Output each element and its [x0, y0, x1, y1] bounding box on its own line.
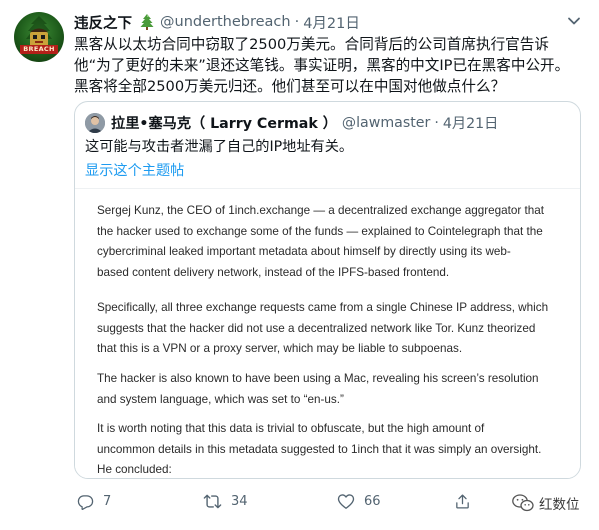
tweet-date[interactable]: 4月21日	[303, 12, 360, 33]
reply-button[interactable]: 7	[77, 490, 111, 512]
watermark: 红数位	[512, 492, 580, 514]
quoted-tweet[interactable]: 拉里•塞马克（ Larry Cermak ） @lawmaster · 4月21…	[74, 101, 581, 479]
tweet-actions: 7 34 66	[74, 490, 584, 512]
retweet-count: 34	[231, 493, 248, 509]
author-display-name[interactable]: 违反之下	[74, 12, 132, 33]
article-line: Specifically, all three exchange request…	[97, 301, 549, 314]
retweet-button[interactable]: 34	[203, 490, 248, 512]
article-line: cybercriminal leaked important metadata …	[97, 245, 511, 258]
share-icon	[456, 493, 469, 509]
tweet-header: 违反之下 @underthebreach · 4月21日	[74, 11, 360, 33]
quoted-header: 拉里•塞马克（ Larry Cermak ） @lawmaster · 4月21…	[111, 112, 498, 134]
article-line: uncommon details in this metadata sugges…	[97, 442, 542, 456]
tree-emoji-icon	[138, 13, 156, 31]
header-separator: ·	[294, 14, 300, 30]
chevron-down-icon	[568, 17, 580, 25]
article-line: that this is a VPN or a proxy server, wh…	[97, 342, 463, 355]
article-paragraph: It is worth noting that this data is tri…	[97, 419, 567, 478]
article-line: and system language, which was set to “e…	[97, 392, 344, 406]
article-line: suggests that the hacker did not use a d…	[97, 321, 536, 335]
quoted-display-name[interactable]: 拉里•塞马克（ Larry Cermak ）	[111, 113, 337, 133]
quoted-date[interactable]: 4月21日	[443, 113, 498, 133]
heart-icon	[337, 493, 355, 509]
article-line: The hacker is also known to have been us…	[97, 372, 539, 385]
article-paragraph: The hacker is also known to have been us…	[97, 369, 567, 410]
quoted-separator: ·	[434, 115, 439, 131]
article-line: based content delivery network, instead …	[97, 265, 450, 279]
like-button[interactable]: 66	[337, 490, 381, 512]
author-handle[interactable]: @underthebreach	[160, 14, 291, 30]
tweet-text-line: 他“为了更好的未来”退还这笔钱。事实证明，黑客的中文IP已在黑客中公开。	[74, 57, 570, 74]
tweet-text-line: 黑客从以太坊合同中窃取了2500万美元。合同背后的公司首席执行官告诉	[74, 36, 549, 53]
article-line: the hacker used to exchange some of the …	[97, 224, 543, 238]
show-thread-link[interactable]: 显示这个主题帖	[85, 161, 184, 181]
retweet-icon	[203, 494, 222, 508]
author-avatar[interactable]: BREACH	[14, 12, 64, 62]
quoted-handle[interactable]: @lawmaster	[342, 115, 430, 131]
more-options-button[interactable]	[564, 13, 584, 29]
article-line: He concluded:	[97, 463, 172, 476]
avatar-art-icon	[26, 16, 52, 47]
reply-icon	[77, 494, 94, 510]
tweet-text: 黑客从以太坊合同中窃取了2500万美元。合同背后的公司首席执行官告诉 他“为了更…	[74, 34, 584, 97]
person-avatar-icon	[85, 113, 105, 133]
share-button[interactable]	[454, 490, 471, 512]
like-count: 66	[364, 493, 381, 509]
wechat-icon	[512, 494, 534, 512]
article-paragraph: Sergej Kunz, the CEO of 1inch.exchange —…	[97, 201, 567, 283]
reply-count: 7	[103, 493, 112, 509]
avatar-brand-text: BREACH	[20, 45, 58, 54]
article-image[interactable]: Sergej Kunz, the CEO of 1inch.exchange —…	[75, 188, 580, 478]
quoted-author-avatar[interactable]	[85, 113, 105, 133]
article-paragraph: Specifically, all three exchange request…	[97, 298, 567, 360]
tweet-text-line: 黑客将全部2500万美元归还。他们甚至可以在中国对他做点什么？	[74, 78, 506, 95]
article-line: Sergej Kunz, the CEO of 1inch.exchange —…	[97, 204, 545, 217]
quoted-text: 这可能与攻击者泄漏了自己的IP地址有关。	[85, 139, 354, 155]
article-line: It is worth noting that this data is tri…	[97, 422, 485, 435]
watermark-text: 红数位	[539, 497, 580, 513]
tweet-card: BREACH 违反之下 @underthebreach · 4月21日 黑客从以…	[0, 0, 599, 530]
